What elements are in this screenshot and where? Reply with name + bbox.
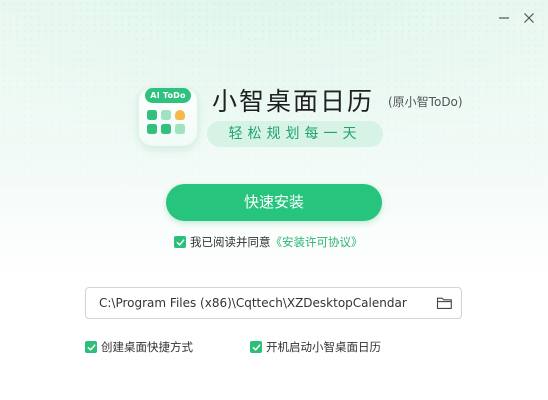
app-title: 小智桌面日历 [212,87,375,116]
desktop-shortcut-checkbox[interactable] [85,341,97,353]
calendar-grid-icon [147,110,191,142]
minimize-button[interactable] [493,8,515,28]
folder-icon[interactable] [436,296,453,310]
option-desktop-shortcut: 创建桌面快捷方式 [85,339,193,355]
quick-install-button[interactable]: 快速安装 [166,184,382,221]
close-icon [523,12,535,24]
agreement-text: 我已阅读并同意 [190,235,271,249]
install-path-field[interactable]: C:\Program Files (x86)\Cqttech\XZDesktop… [85,287,462,319]
close-button[interactable] [518,8,540,28]
option-autostart: 开机启动小智桌面日历 [250,339,381,355]
desktop-shortcut-label: 创建桌面快捷方式 [101,340,193,354]
agreement-row: 我已阅读并同意 《安装许可协议》 [174,234,363,250]
install-path-value: C:\Program Files (x86)\Cqttech\XZDesktop… [99,296,407,310]
app-subtitle: (原小智ToDo) [388,95,463,109]
autostart-label: 开机启动小智桌面日历 [266,340,381,354]
app-logo: AI ToDo [139,88,197,146]
minimize-icon [498,12,510,24]
license-agreement-link[interactable]: 《安装许可协议》 [271,234,363,250]
autostart-checkbox[interactable] [250,341,262,353]
agreement-checkbox[interactable] [174,236,186,248]
installer-window: AI ToDo 小智桌面日历 (原小智ToDo) 轻松规划每一天 快速安装 我已… [0,0,548,400]
app-slogan: 轻松规划每一天 [207,121,383,147]
logo-tag: AI ToDo [145,88,191,103]
